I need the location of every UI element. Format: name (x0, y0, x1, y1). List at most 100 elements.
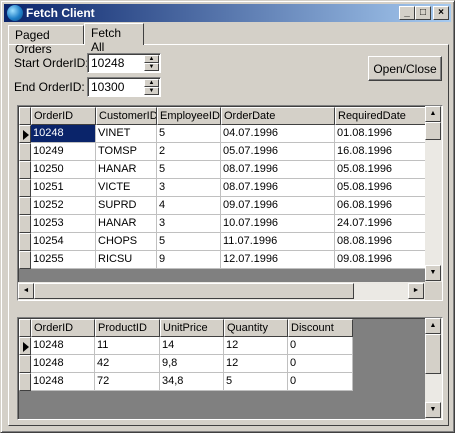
details-column-header-orderid[interactable]: OrderID (31, 319, 95, 337)
orders-cell[interactable]: CHOPS (96, 233, 157, 251)
column-header-requireddate[interactable]: RequiredDate (335, 107, 427, 125)
orders-cell[interactable]: TOMSP (96, 143, 157, 161)
details-column-header-productid[interactable]: ProductID (95, 319, 160, 337)
orders-vertical-scrollbar[interactable]: ▲ ▼ (425, 106, 442, 282)
details-cell[interactable]: 34,8 (160, 373, 224, 391)
details-cell[interactable]: 10248 (31, 355, 95, 373)
details-cell[interactable]: 12 (224, 337, 288, 355)
details-column-header-discount[interactable]: Discount (288, 319, 353, 337)
orders-grid[interactable]: OrderID CustomerID EmployeeID OrderDate … (17, 105, 443, 301)
details-cell[interactable]: 0 (288, 355, 353, 373)
orders-cell[interactable]: 10253 (31, 215, 96, 233)
orders-row-indicator[interactable] (19, 125, 31, 143)
orders-cell[interactable]: HANAR (96, 215, 157, 233)
orders-scroll-up-icon[interactable]: ▲ (425, 106, 441, 122)
column-header-employeeid[interactable]: EmployeeID (157, 107, 221, 125)
orders-cell[interactable]: 10250 (31, 161, 96, 179)
orders-hscroll-thumb[interactable] (34, 283, 354, 299)
orders-row-indicator[interactable] (19, 179, 31, 197)
orders-cell[interactable]: 12.07.1996 (221, 251, 335, 269)
orders-scroll-right-icon[interactable]: ► (408, 283, 424, 299)
end-orderid-value[interactable]: 10300 (91, 80, 124, 94)
details-vscroll-thumb[interactable] (425, 334, 441, 374)
orders-cell[interactable]: 2 (157, 143, 221, 161)
orders-cell[interactable]: 09.07.1996 (221, 197, 335, 215)
orders-cell[interactable]: 10252 (31, 197, 96, 215)
orders-cell[interactable]: 05.08.1996 (335, 161, 427, 179)
tab-paged-orders[interactable]: Paged Orders (8, 25, 84, 56)
orders-cell[interactable]: 01.08.1996 (335, 125, 427, 143)
details-cell[interactable]: 12 (224, 355, 288, 373)
details-row-indicator[interactable] (19, 373, 31, 391)
details-scroll-up-icon[interactable]: ▲ (425, 318, 441, 334)
orders-row-indicator[interactable] (19, 161, 31, 179)
open-close-button[interactable]: Open/Close (368, 56, 442, 81)
orders-scroll-left-icon[interactable]: ◄ (18, 283, 34, 299)
details-scroll-down-icon[interactable]: ▼ (425, 402, 441, 418)
end-orderid-down-arrow-icon[interactable]: ▼ (144, 87, 159, 95)
orders-cell[interactable]: 10255 (31, 251, 96, 269)
details-column-header-quantity[interactable]: Quantity (224, 319, 288, 337)
details-cell[interactable]: 0 (288, 337, 353, 355)
orders-cell[interactable]: 08.07.1996 (221, 179, 335, 197)
details-cell[interactable]: 5 (224, 373, 288, 391)
column-header-orderdate[interactable]: OrderDate (221, 107, 335, 125)
end-orderid-spinbox[interactable]: 10300 ▲ ▼ (87, 77, 161, 97)
title-bar[interactable]: Fetch Client _ □ × (4, 4, 451, 22)
orders-cell[interactable]: 4 (157, 197, 221, 215)
orders-cell[interactable]: 05.07.1996 (221, 143, 335, 161)
details-cell[interactable]: 9,8 (160, 355, 224, 373)
orders-cell[interactable]: 10251 (31, 179, 96, 197)
orders-cell[interactable]: SUPRD (96, 197, 157, 215)
orders-cell[interactable]: 10.07.1996 (221, 215, 335, 233)
orders-cell[interactable]: VINET (96, 125, 157, 143)
end-orderid-up-arrow-icon[interactable]: ▲ (144, 79, 159, 87)
orders-cell[interactable]: 09.08.1996 (335, 251, 427, 269)
details-cell[interactable]: 10248 (31, 373, 95, 391)
close-button[interactable]: × (433, 6, 449, 20)
orders-row-indicator[interactable] (19, 215, 31, 233)
orders-vscroll-thumb[interactable] (425, 122, 441, 140)
orders-cell[interactable]: 5 (157, 125, 221, 143)
details-cell[interactable]: 0 (288, 373, 353, 391)
start-orderid-spinbox[interactable]: 10248 ▲ ▼ (87, 53, 161, 73)
order-details-grid[interactable]: OrderID ProductID UnitPrice Quantity Dis… (17, 317, 443, 420)
orders-cell[interactable]: 9 (157, 251, 221, 269)
details-row-indicator[interactable] (19, 337, 31, 355)
orders-scroll-down-icon[interactable]: ▼ (425, 265, 441, 281)
details-row-indicator[interactable] (19, 355, 31, 373)
details-column-header-unitprice[interactable]: UnitPrice (160, 319, 224, 337)
orders-cell[interactable]: 10249 (31, 143, 96, 161)
column-header-orderid[interactable]: OrderID (31, 107, 96, 125)
details-cell[interactable]: 72 (95, 373, 160, 391)
orders-row-indicator[interactable] (19, 233, 31, 251)
column-header-customerid[interactable]: CustomerID (96, 107, 157, 125)
maximize-button[interactable]: □ (415, 6, 431, 20)
start-orderid-up-arrow-icon[interactable]: ▲ (144, 55, 159, 63)
orders-cell[interactable]: 3 (157, 179, 221, 197)
details-cell[interactable]: 14 (160, 337, 224, 355)
orders-cell[interactable]: RICSU (96, 251, 157, 269)
orders-cell[interactable]: VICTE (96, 179, 157, 197)
tab-fetch-all[interactable]: Fetch All (84, 23, 144, 54)
orders-cell[interactable]: 08.08.1996 (335, 233, 427, 251)
start-orderid-down-arrow-icon[interactable]: ▼ (144, 63, 159, 71)
orders-cell[interactable]: 04.07.1996 (221, 125, 335, 143)
orders-cell[interactable]: 24.07.1996 (335, 215, 427, 233)
orders-cell[interactable]: 10254 (31, 233, 96, 251)
orders-cell[interactable]: 10248 (31, 125, 96, 143)
orders-cell[interactable]: 3 (157, 215, 221, 233)
details-vertical-scrollbar[interactable]: ▲ ▼ (425, 318, 442, 419)
details-cell[interactable]: 42 (95, 355, 160, 373)
orders-row-indicator[interactable] (19, 197, 31, 215)
orders-cell[interactable]: 11.07.1996 (221, 233, 335, 251)
orders-cell[interactable]: 5 (157, 161, 221, 179)
orders-row-indicator[interactable] (19, 251, 31, 269)
orders-cell[interactable]: 5 (157, 233, 221, 251)
orders-row-indicator[interactable] (19, 143, 31, 161)
orders-cell[interactable]: 08.07.1996 (221, 161, 335, 179)
details-cell[interactable]: 11 (95, 337, 160, 355)
orders-cell[interactable]: HANAR (96, 161, 157, 179)
orders-cell[interactable]: 16.08.1996 (335, 143, 427, 161)
details-cell[interactable]: 10248 (31, 337, 95, 355)
